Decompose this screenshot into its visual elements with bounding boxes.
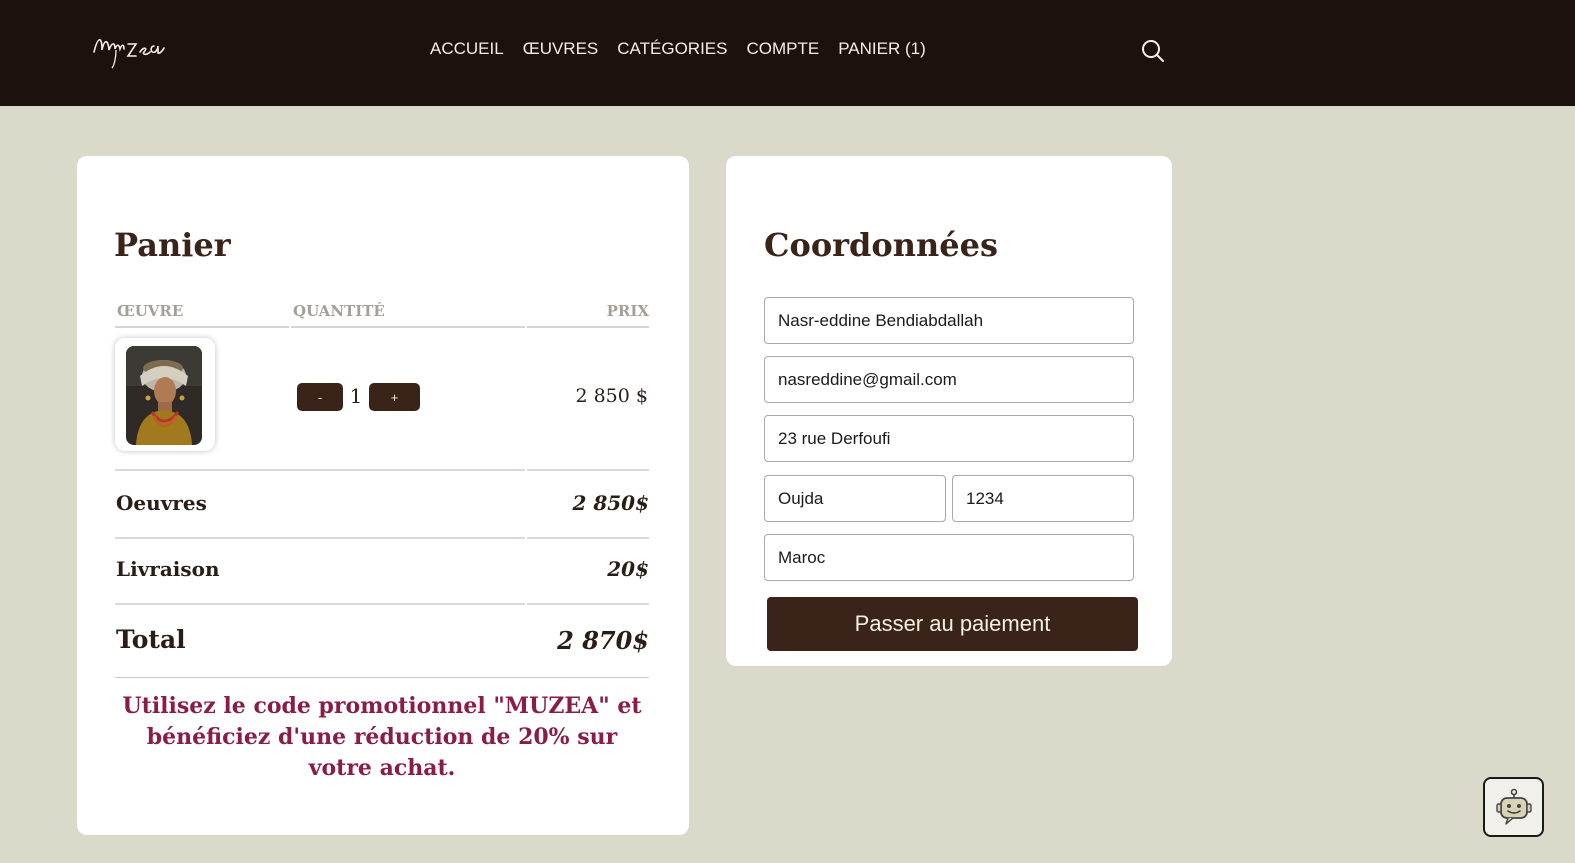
city-field[interactable] — [764, 475, 946, 522]
logo-signature-icon — [93, 38, 165, 69]
total-label: Total — [116, 625, 186, 654]
quantity-value: 1 — [349, 384, 363, 408]
column-header-oeuvre: ŒUVRE — [115, 302, 289, 328]
search-icon — [1142, 40, 1164, 62]
promo-message: Utilisez le code promotionnel "MUZEA" et… — [122, 693, 642, 781]
divider — [115, 603, 525, 605]
brand-logo[interactable] — [80, 22, 200, 72]
item-price: 2 850 $ — [575, 385, 648, 407]
artwork-thumbnail[interactable] — [115, 338, 215, 451]
divider — [115, 537, 525, 539]
nav-item-oeuvres[interactable]: ŒUVRES — [523, 39, 599, 59]
divider — [527, 537, 649, 539]
divider — [115, 469, 525, 471]
cart-panel: Panier ŒUVRE QUANTITÉ PRIX - 1 + 2 850 $ — [77, 156, 689, 835]
main-nav: ACCUEIL ŒUVRES CATÉGORIES COMPTE PANIER … — [430, 39, 926, 59]
increment-button[interactable]: + — [369, 383, 420, 411]
subtotal-label: Oeuvres — [116, 491, 207, 515]
coordinates-title: Coordonnées — [764, 226, 998, 264]
divider — [115, 677, 649, 678]
cart-title: Panier — [114, 226, 231, 264]
name-field[interactable] — [764, 297, 1134, 344]
divider — [527, 603, 649, 605]
column-header-quantite: QUANTITÉ — [291, 302, 525, 328]
zip-field[interactable] — [952, 475, 1134, 522]
country-field[interactable] — [764, 534, 1134, 581]
shipping-label: Livraison — [116, 557, 220, 581]
top-navbar: ACCUEIL ŒUVRES CATÉGORIES COMPTE PANIER … — [0, 0, 1575, 106]
checkout-button[interactable]: Passer au paiement — [767, 597, 1138, 651]
address-field[interactable] — [764, 415, 1134, 462]
total-value: 2 870$ — [557, 626, 649, 655]
nav-item-accueil[interactable]: ACCUEIL — [430, 39, 504, 59]
coordinates-panel: Coordonnées Passer au paiement — [726, 156, 1172, 666]
column-header-prix: PRIX — [527, 302, 649, 328]
nav-item-categories[interactable]: CATÉGORIES — [617, 39, 727, 59]
artwork-image — [126, 346, 202, 445]
chatbot-button[interactable] — [1483, 777, 1544, 837]
subtotal-value: 2 850$ — [572, 491, 649, 515]
email-field[interactable] — [764, 356, 1134, 403]
chatbot-icon — [1495, 788, 1532, 825]
search-button[interactable] — [1140, 38, 1166, 64]
nav-item-panier[interactable]: PANIER (1) — [838, 39, 926, 59]
nav-item-compte[interactable]: COMPTE — [746, 39, 819, 59]
shipping-value: 20$ — [607, 557, 649, 581]
divider — [527, 469, 649, 471]
decrement-button[interactable]: - — [297, 383, 343, 411]
